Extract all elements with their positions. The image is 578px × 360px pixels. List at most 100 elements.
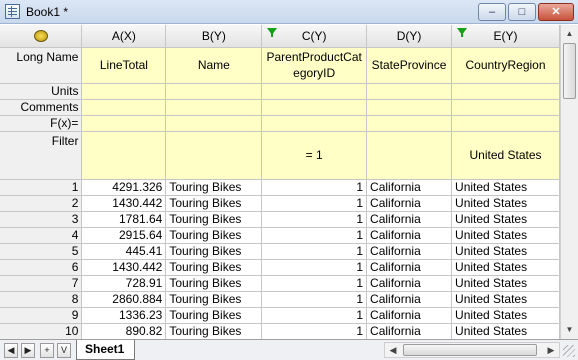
units-cell[interactable] [366,83,453,100]
units-cell[interactable] [261,83,368,100]
sheet-tab-sheet1[interactable]: Sheet1 [76,340,136,360]
data-cell-c[interactable]: 1 [261,179,368,196]
add-sheet-button[interactable]: + [40,343,54,358]
column-header-d[interactable]: D(Y) [366,25,453,48]
data-cell-a[interactable]: 1336.23 [81,307,167,324]
data-cell-a[interactable]: 890.82 [81,323,167,339]
vertical-scrollbar[interactable]: ▲ ▼ [560,25,578,339]
data-cell-c[interactable]: 1 [261,323,368,339]
data-cell-d[interactable]: California [366,179,453,196]
data-cell-e[interactable]: United States [451,275,560,292]
data-cell-e[interactable]: United States [451,243,560,260]
data-cell-c[interactable]: 1 [261,227,368,244]
data-cell-a[interactable]: 445.41 [81,243,167,260]
row-number[interactable]: 10 [0,323,83,339]
data-cell-b[interactable]: Touring Bikes [165,307,263,324]
column-header-a[interactable]: A(X) [81,25,167,48]
data-cell-e[interactable]: United States [451,291,560,308]
close-button[interactable]: ✕ [538,3,574,21]
column-header-b[interactable]: B(Y) [165,25,263,48]
data-cell-c[interactable]: 1 [261,195,368,212]
data-cell-a[interactable]: 1781.64 [81,211,167,228]
row-number[interactable]: 2 [0,195,83,212]
data-cell-e[interactable]: United States [451,259,560,276]
data-cell-c[interactable]: 1 [261,307,368,324]
scroll-up-icon[interactable]: ▲ [563,27,576,41]
row-number[interactable]: 3 [0,211,83,228]
filter-cell[interactable] [366,131,453,180]
comments-cell[interactable] [451,99,560,116]
data-cell-e[interactable]: United States [451,195,560,212]
data-cell-a[interactable]: 2860.884 [81,291,167,308]
data-cell-b[interactable]: Touring Bikes [165,291,263,308]
data-cell-d[interactable]: California [366,307,453,324]
long-name-cell[interactable]: StateProvince [366,47,453,84]
fx-cell[interactable] [261,115,368,132]
data-cell-d[interactable]: California [366,195,453,212]
data-cell-b[interactable]: Touring Bikes [165,323,263,339]
units-cell[interactable] [451,83,560,100]
fx-cell[interactable] [165,115,263,132]
fx-cell[interactable] [81,115,167,132]
long-name-cell[interactable]: LineTotal [81,47,167,84]
prev-sheet-button[interactable]: ◀ [4,343,18,358]
data-cell-d[interactable]: California [366,323,453,339]
data-cell-e[interactable]: United States [451,307,560,324]
row-number[interactable]: 6 [0,259,83,276]
comments-cell[interactable] [261,99,368,116]
data-cell-d[interactable]: California [366,259,453,276]
data-cell-b[interactable]: Touring Bikes [165,243,263,260]
data-cell-a[interactable]: 728.91 [81,275,167,292]
horizontal-scroll-thumb[interactable] [403,344,537,356]
data-cell-e[interactable]: United States [451,227,560,244]
data-cell-a[interactable]: 1430.442 [81,259,167,276]
data-cell-b[interactable]: Touring Bikes [165,259,263,276]
worksheet-grid[interactable]: A(X) B(Y) C(Y) D(Y) E(Y) Long Name LineT… [0,25,560,339]
data-cell-a[interactable]: 2915.64 [81,227,167,244]
data-cell-d[interactable]: California [366,211,453,228]
data-cell-b[interactable]: Touring Bikes [165,211,263,228]
long-name-cell[interactable]: ParentProductCategoryID [261,47,368,84]
row-number[interactable]: 1 [0,179,83,196]
data-cell-e[interactable]: United States [451,323,560,339]
data-cell-b[interactable]: Touring Bikes [165,179,263,196]
row-number[interactable]: 8 [0,291,83,308]
corner-button[interactable] [0,25,83,48]
data-cell-c[interactable]: 1 [261,243,368,260]
fx-cell[interactable] [451,115,560,132]
long-name-cell[interactable]: Name [165,47,263,84]
filter-cell[interactable]: = 1 [261,131,368,180]
row-number[interactable]: 7 [0,275,83,292]
data-cell-c[interactable]: 1 [261,291,368,308]
data-cell-e[interactable]: United States [451,211,560,228]
comments-cell[interactable] [165,99,263,116]
filter-cell[interactable]: United States [451,131,560,180]
data-cell-d[interactable]: California [366,243,453,260]
scroll-left-icon[interactable]: ◀ [386,343,400,357]
units-cell[interactable] [165,83,263,100]
next-sheet-button[interactable]: ▶ [21,343,35,358]
minimize-button[interactable]: – [478,3,506,21]
horizontal-scrollbar[interactable]: ◀ ▶ [384,342,560,358]
data-cell-c[interactable]: 1 [261,275,368,292]
row-number[interactable]: 4 [0,227,83,244]
data-cell-c[interactable]: 1 [261,211,368,228]
data-cell-d[interactable]: California [366,291,453,308]
data-cell-b[interactable]: Touring Bikes [165,195,263,212]
data-cell-a[interactable]: 1430.442 [81,195,167,212]
resize-grip-icon[interactable] [563,345,575,357]
long-name-cell[interactable]: CountryRegion [451,47,560,84]
data-cell-c[interactable]: 1 [261,259,368,276]
column-header-e[interactable]: E(Y) [451,25,560,48]
filter-cell[interactable] [81,131,167,180]
fx-cell[interactable] [366,115,453,132]
data-cell-a[interactable]: 4291.326 [81,179,167,196]
column-header-c[interactable]: C(Y) [261,25,368,48]
scroll-right-icon[interactable]: ▶ [544,343,558,357]
scroll-down-icon[interactable]: ▼ [563,323,576,337]
vertical-scroll-thumb[interactable] [563,43,576,99]
data-cell-b[interactable]: Touring Bikes [165,275,263,292]
maximize-button[interactable]: □ [508,3,536,21]
comments-cell[interactable] [366,99,453,116]
data-cell-d[interactable]: California [366,275,453,292]
